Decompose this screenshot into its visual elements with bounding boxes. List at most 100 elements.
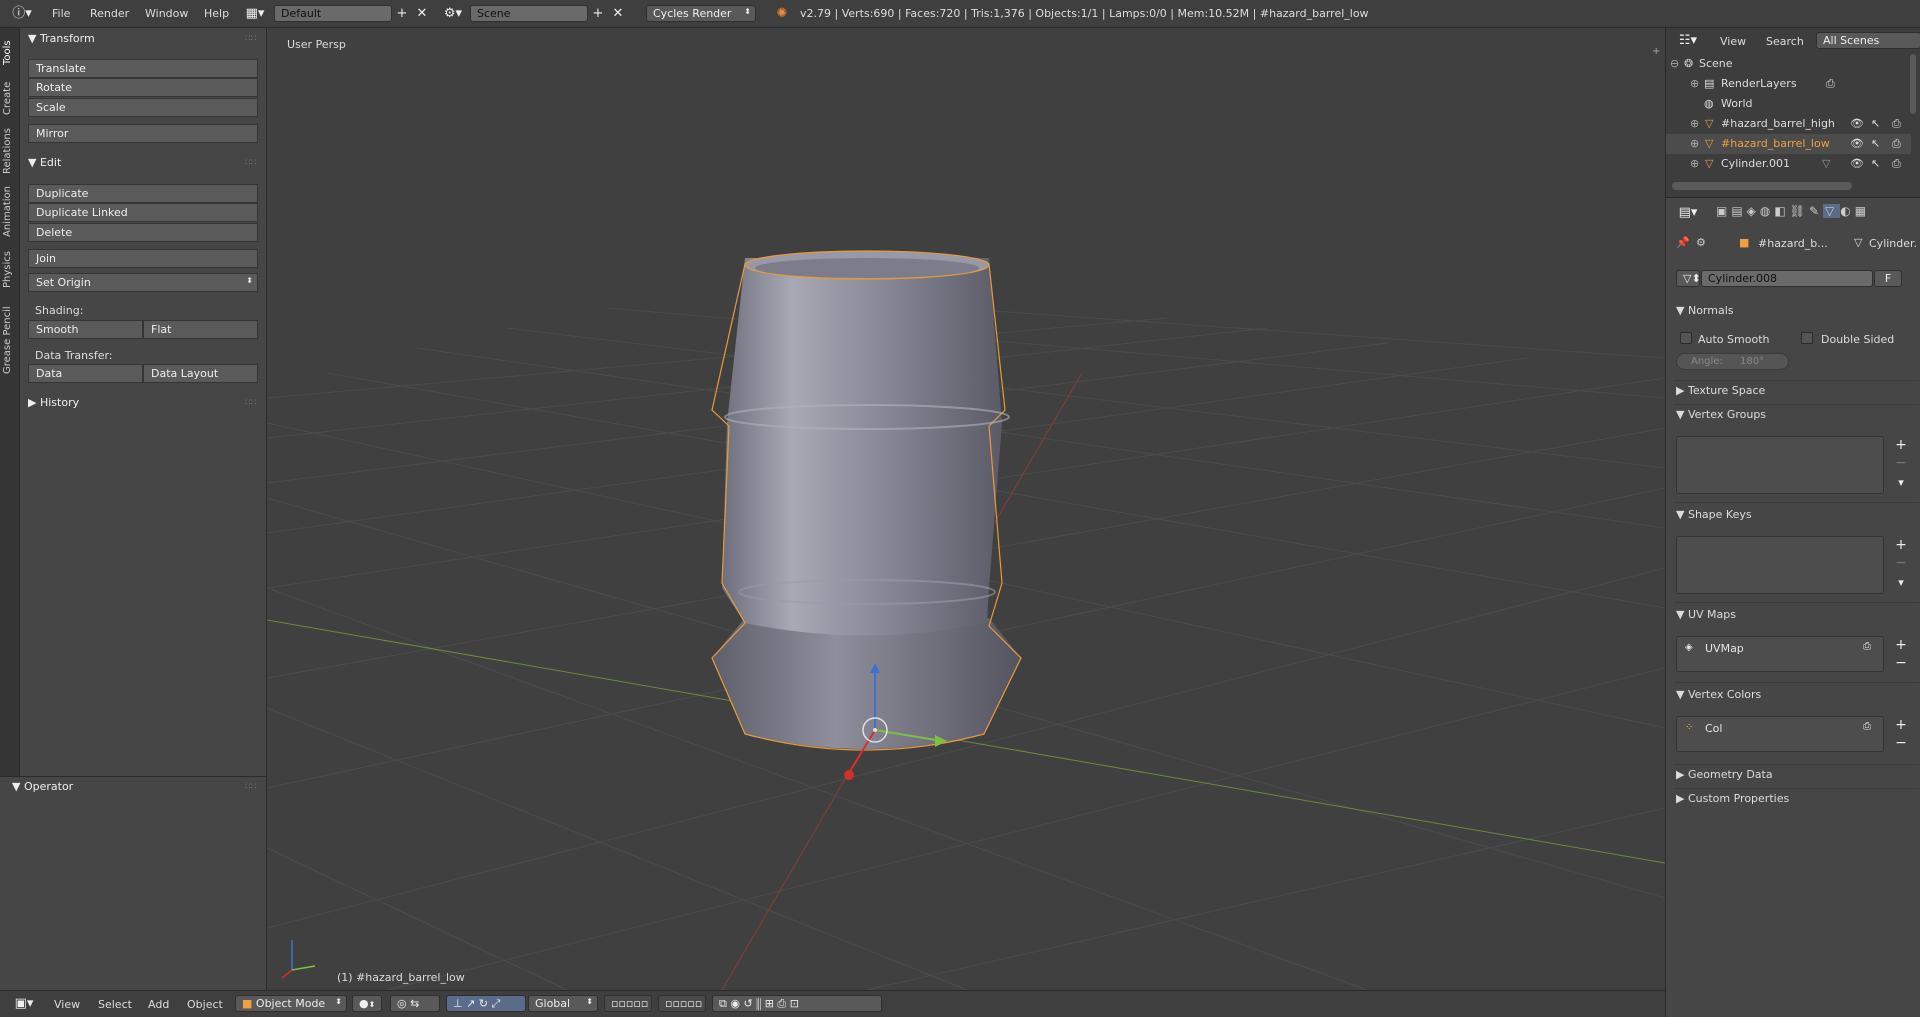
tab-grease-pencil[interactable]: Grease Pencil bbox=[2, 300, 18, 380]
horizontal-scrollbar[interactable] bbox=[1672, 182, 1852, 190]
join-button[interactable]: Join bbox=[28, 249, 258, 268]
render-icon[interactable]: ⎙ bbox=[1892, 117, 1901, 131]
close-scene-icon[interactable]: ✕ bbox=[610, 5, 626, 22]
add-shape-key-button[interactable]: + bbox=[1892, 536, 1910, 554]
mesh-browse-icon[interactable]: ▽⬍ bbox=[1676, 270, 1701, 287]
expand-icon[interactable]: ⊕ bbox=[1690, 77, 1699, 90]
data-button[interactable]: Data bbox=[28, 364, 143, 383]
menu-add[interactable]: Add bbox=[148, 998, 169, 1011]
vertex-groups-header[interactable]: ▼ Vertex Groups bbox=[1676, 408, 1766, 421]
collapse-icon[interactable]: ⊖ bbox=[1670, 57, 1679, 70]
double-sided-checkbox[interactable] bbox=[1801, 332, 1813, 344]
mirror-button[interactable]: Mirror bbox=[28, 124, 258, 143]
duplicate-linked-button[interactable]: Duplicate Linked bbox=[28, 203, 258, 222]
editor-type-icon[interactable]: ▤▾ bbox=[1674, 204, 1702, 221]
delete-button[interactable]: Delete bbox=[28, 223, 258, 242]
shape-key-specials-button[interactable]: ▾ bbox=[1892, 574, 1910, 592]
layout-icon[interactable]: ▦▾ bbox=[244, 5, 266, 22]
expand-panel-icon[interactable]: + bbox=[1652, 46, 1660, 57]
render-icon[interactable]: ⎙ bbox=[1892, 157, 1901, 171]
3d-viewport[interactable]: User Persp (1) #hazard_barrel_low + bbox=[267, 28, 1665, 990]
flat-button[interactable]: Flat bbox=[143, 320, 258, 339]
eye-icon[interactable]: 👁 bbox=[1850, 157, 1864, 170]
outliner-row-cylinder[interactable]: ⊕ ▽ Cylinder.001 ▽ 👁 ↖ ⎙ bbox=[1666, 154, 1911, 174]
expand-icon[interactable]: ⊕ bbox=[1690, 117, 1699, 130]
translate-button[interactable]: Translate bbox=[28, 59, 258, 78]
snap-tools[interactable]: ⧉ ◉ ↺ ⫼ ⊞ ⎙ ⊡ bbox=[712, 995, 882, 1012]
vertex-colors-list[interactable]: ⁘ Col ⎙ bbox=[1676, 716, 1884, 752]
orientation-dropdown[interactable]: Global ⬍ bbox=[528, 995, 598, 1012]
scale-button[interactable]: Scale bbox=[28, 98, 258, 117]
editor-type-icon[interactable]: ☷▾ bbox=[1674, 32, 1702, 49]
add-uv-map-button[interactable]: + bbox=[1892, 636, 1910, 654]
manipulator-buttons[interactable]: ⊥ ↗ ↻ ⤢ bbox=[446, 995, 526, 1012]
barrel-object[interactable] bbox=[711, 250, 1022, 751]
grip-icon[interactable]: ∷∷ bbox=[245, 398, 256, 408]
mode-dropdown[interactable]: ■ Object Mode ⬍ bbox=[235, 995, 347, 1012]
add-vertex-group-button[interactable]: + bbox=[1892, 436, 1910, 454]
uv-maps-list[interactable]: ◈ UVMap ⎙ bbox=[1676, 636, 1884, 672]
expand-icon[interactable]: ⊕ bbox=[1690, 157, 1699, 170]
tab-physics[interactable]: Physics bbox=[2, 248, 18, 292]
grip-icon[interactable]: ∷∷ bbox=[245, 34, 256, 44]
outliner-row-barrel-low[interactable]: ⊕ ▽ #hazard_barrel_low 👁 ↖ ⎙ bbox=[1666, 134, 1911, 154]
rotate-button[interactable]: Rotate bbox=[28, 78, 258, 97]
add-layout-icon[interactable]: + bbox=[394, 5, 410, 22]
menu-window[interactable]: Window bbox=[145, 7, 188, 20]
outliner-menu-search[interactable]: Search bbox=[1766, 35, 1804, 48]
add-vertex-color-button[interactable]: + bbox=[1892, 716, 1910, 734]
editor-type-icon[interactable]: ⓘ▾ bbox=[8, 5, 36, 22]
vertical-scrollbar[interactable] bbox=[1910, 54, 1916, 114]
vertex-color-name[interactable]: Col bbox=[1705, 722, 1722, 735]
remove-vertex-color-button[interactable]: − bbox=[1892, 734, 1910, 752]
shading-dropdown[interactable]: ●⬍ bbox=[352, 995, 382, 1012]
tab-animation[interactable]: Animation bbox=[2, 184, 18, 240]
history-panel-header[interactable]: ▶ History bbox=[28, 396, 79, 409]
grip-icon[interactable]: ∷∷ bbox=[245, 782, 256, 792]
layer-buttons-1[interactable]: ▫▫▫▫▫ bbox=[604, 995, 652, 1012]
transform-panel-header[interactable]: ▼ Transform bbox=[28, 32, 95, 45]
render-icon[interactable]: ⎙ bbox=[1826, 77, 1835, 91]
geometry-data-header[interactable]: ▶ Geometry Data bbox=[1676, 768, 1773, 781]
outliner-filter-dropdown[interactable]: All Scenes bbox=[1816, 32, 1920, 49]
uv-map-name[interactable]: UVMap bbox=[1705, 642, 1744, 655]
grip-icon[interactable]: ∷∷ bbox=[245, 158, 256, 168]
tab-create[interactable]: Create bbox=[2, 78, 18, 118]
mesh-name-field[interactable]: Cylinder.008 bbox=[1701, 270, 1873, 287]
scene-icon[interactable]: ⚙▾ bbox=[442, 5, 464, 22]
cursor-icon[interactable]: ↖ bbox=[1871, 157, 1880, 170]
smooth-button[interactable]: Smooth bbox=[28, 320, 143, 339]
cursor-icon[interactable]: ↖ bbox=[1871, 117, 1880, 130]
outliner-row-barrel-high[interactable]: ⊕ ▽ #hazard_barrel_high 👁 ↖ ⎙ bbox=[1666, 114, 1911, 134]
menu-select[interactable]: Select bbox=[98, 998, 132, 1011]
render-icon[interactable]: ⎙ bbox=[1863, 721, 1871, 732]
menu-view[interactable]: View bbox=[54, 998, 80, 1011]
vertex-groups-list[interactable] bbox=[1676, 436, 1884, 494]
close-layout-icon[interactable]: ✕ bbox=[414, 5, 430, 22]
outliner-row-world[interactable]: ◍ World bbox=[1666, 94, 1911, 114]
layout-field[interactable]: Default bbox=[274, 5, 392, 22]
outliner-row-renderlayers[interactable]: ⊕ ▤ RenderLayers ⎙ bbox=[1666, 74, 1911, 94]
uv-maps-header[interactable]: ▼ UV Maps bbox=[1676, 608, 1736, 621]
menu-help[interactable]: Help bbox=[204, 7, 229, 20]
auto-smooth-checkbox[interactable] bbox=[1680, 332, 1692, 344]
remove-shape-key-button[interactable]: − bbox=[1892, 554, 1910, 572]
duplicate-button[interactable]: Duplicate bbox=[28, 184, 258, 203]
texture-space-header[interactable]: ▶ Texture Space bbox=[1676, 384, 1765, 397]
menu-object[interactable]: Object bbox=[187, 998, 223, 1011]
edit-panel-header[interactable]: ▼ Edit bbox=[28, 156, 61, 169]
normals-header[interactable]: ▼ Normals bbox=[1676, 304, 1734, 317]
scene-field[interactable]: Scene bbox=[470, 5, 588, 22]
menu-render[interactable]: Render bbox=[90, 7, 129, 20]
expand-icon[interactable]: ⊕ bbox=[1690, 137, 1699, 150]
custom-properties-header[interactable]: ▶ Custom Properties bbox=[1676, 792, 1789, 805]
cursor-icon[interactable]: ↖ bbox=[1871, 137, 1880, 150]
menu-file[interactable]: File bbox=[52, 7, 70, 20]
render-icon[interactable]: ⎙ bbox=[1863, 641, 1871, 652]
tab-relations[interactable]: Relations bbox=[2, 126, 18, 176]
shape-keys-header[interactable]: ▼ Shape Keys bbox=[1676, 508, 1752, 521]
render-icon[interactable]: ⎙ bbox=[1892, 137, 1901, 151]
pin-icon[interactable]: 📌 bbox=[1676, 236, 1690, 249]
operator-panel-header[interactable]: ▼ Operator bbox=[12, 780, 73, 793]
remove-vertex-group-button[interactable]: − bbox=[1892, 454, 1910, 472]
